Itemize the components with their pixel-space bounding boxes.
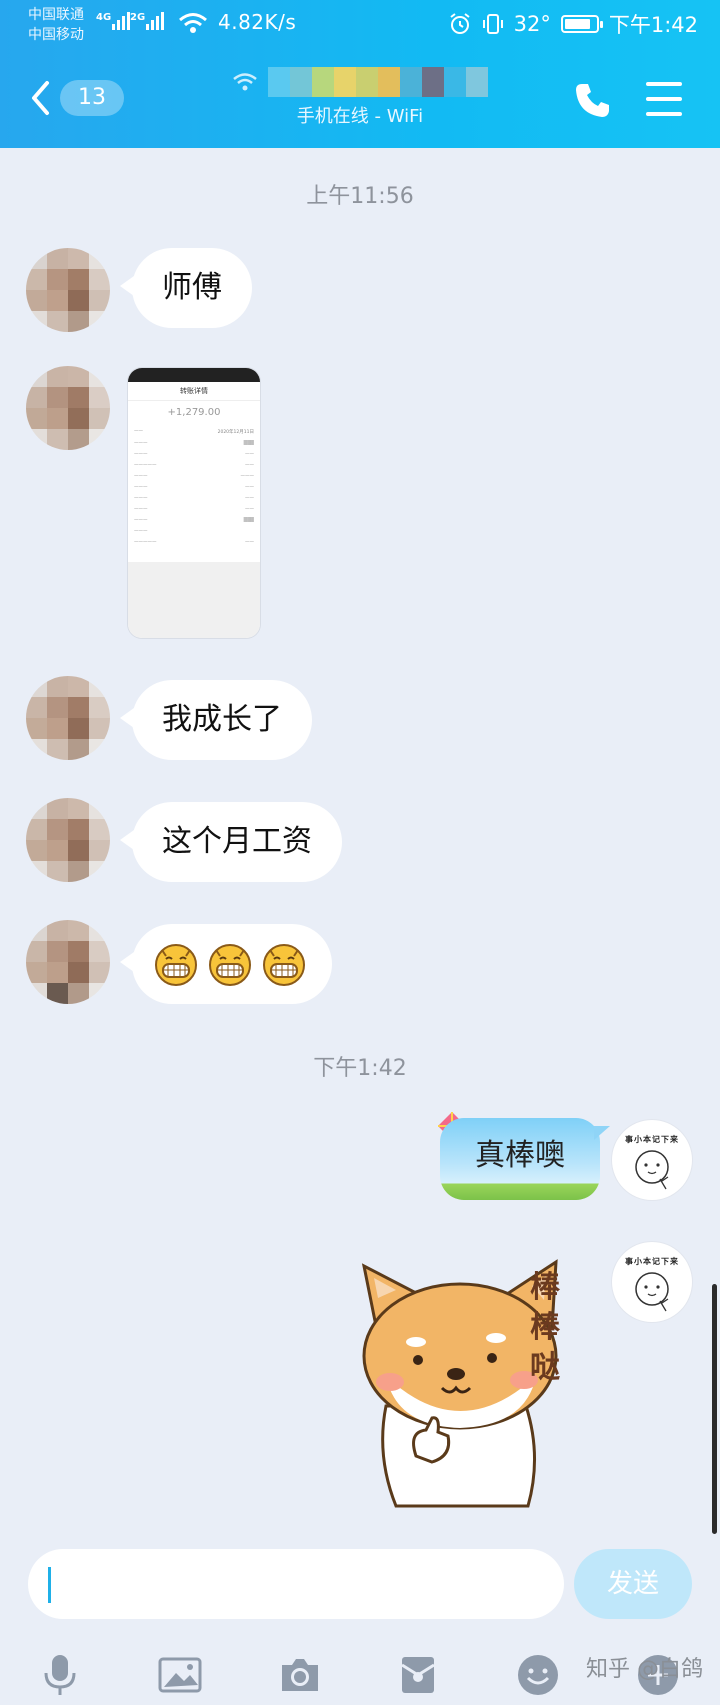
text-cursor (48, 1567, 51, 1603)
receipt-row: —— 2020年12月11日 (134, 429, 254, 435)
name-mosaic (268, 67, 488, 97)
online-status: 手机在线 - WiFi (296, 106, 424, 127)
sticker-caption: 棒棒哒 (530, 1270, 560, 1385)
alarm-icon (449, 13, 470, 34)
network-speed: 4.82K/s (218, 10, 297, 34)
message-bubble[interactable]: 这个月工资 (120, 802, 342, 882)
grin-emoji-icon (263, 944, 305, 986)
red-packet-icon[interactable] (396, 1653, 440, 1697)
receipt-row: ——— ——— (134, 474, 254, 479)
network-type-2: 2G (130, 12, 146, 23)
network-type-1: 4G (96, 12, 112, 23)
grin-emoji-icon (209, 944, 251, 986)
watermark: 知乎 @白鸽 (586, 1657, 703, 1682)
receipt-row: ——— —— (134, 485, 254, 490)
receipt-row: ——— —— (134, 507, 254, 512)
message-bubble[interactable]: 师傅 (120, 248, 252, 328)
receipt-header: 转账详情 (128, 382, 260, 401)
screenshot-status-bar (128, 368, 260, 382)
cartoon-face-icon (635, 1150, 669, 1190)
top-bar: 中国联通 中国移动 4G 2G 4.82K/s 32° 下午1:42 13 手机… (0, 0, 720, 148)
my-message-bubble[interactable]: 真棒噢 (440, 1118, 610, 1200)
contact-avatar[interactable] (26, 798, 110, 882)
grin-emoji-icon (155, 944, 197, 986)
contact-avatar[interactable] (26, 920, 110, 1004)
receipt-row: ——— —— (134, 452, 254, 457)
receipt-row: ——— ▒▒▒ (134, 518, 254, 523)
carrier-labels: 中国联通 中国移动 (28, 5, 84, 45)
camera-icon[interactable] (278, 1653, 322, 1697)
cartoon-face-icon (635, 1272, 669, 1312)
receipt-amount: +1,279.00 (167, 407, 221, 418)
timestamp-1: 上午11:56 (306, 184, 414, 209)
image-icon[interactable] (158, 1653, 202, 1697)
chevron-left-icon (32, 81, 49, 115)
message-bubble[interactable]: 我成长了 (120, 680, 312, 760)
input-area: 发送 知乎 @白鸽 (0, 1535, 720, 1700)
menu-button[interactable] (646, 82, 682, 116)
carrier-2: 中国移动 (28, 27, 84, 43)
phone-icon[interactable] (572, 80, 612, 120)
battery-icon (560, 15, 603, 33)
avatar-caption: 事小本记下来 (625, 1135, 679, 1144)
contact-avatar[interactable] (26, 366, 110, 450)
contact-avatar[interactable] (26, 248, 110, 332)
message-input[interactable] (28, 1549, 564, 1619)
receipt-row: ——— ▒▒▒ (134, 441, 254, 446)
online-wifi-icon (233, 73, 257, 91)
microphone-icon[interactable] (38, 1653, 82, 1697)
carrier-1: 中国联通 (28, 7, 84, 23)
emoji-icon[interactable] (516, 1653, 560, 1697)
receipt-row: ————— —— (134, 540, 254, 545)
status-time: 下午1:42 (608, 13, 698, 37)
screenshot-blank-area (128, 562, 260, 638)
battery-temperature: 32° (513, 12, 551, 36)
status-right: 32° 下午1:42 (448, 9, 698, 39)
signal-icon-2 (146, 12, 166, 30)
scrollbar[interactable] (712, 1284, 717, 1534)
image-message[interactable]: 转账详情 +1,279.00 —— 2020年12月11日 ——— ▒▒▒ ——— —… (128, 368, 260, 638)
receipt-row: ————— —— (134, 463, 254, 468)
back-button[interactable]: 13 (30, 74, 140, 122)
my-avatar[interactable]: 事小本记下来 (612, 1120, 692, 1200)
emoji-message-bubble[interactable] (120, 924, 332, 1004)
avatar-caption: 事小本记下来 (625, 1257, 679, 1266)
status-bar: 中国联通 中国移动 4G 2G 4.82K/s 32° 下午1:42 (0, 0, 720, 48)
contact-name (200, 66, 520, 98)
menu-icon (646, 82, 682, 86)
receipt-row: ——— (134, 529, 148, 534)
wifi-icon (179, 13, 207, 33)
receipt-row: ——— —— (134, 496, 254, 501)
my-avatar[interactable]: 事小本记下来 (612, 1242, 692, 1322)
unread-count-badge: 13 (60, 80, 124, 116)
signal-icon (112, 12, 132, 30)
receipt-date: 2020年12月11日 (217, 430, 254, 435)
timestamp-2: 下午1:42 (313, 1056, 407, 1081)
contact-avatar[interactable] (26, 676, 110, 760)
emoji-row (154, 924, 310, 1004)
vibrate-icon (482, 14, 503, 34)
chat-title[interactable]: 手机在线 - WiFi (200, 66, 520, 128)
send-button[interactable]: 发送 (574, 1549, 692, 1619)
